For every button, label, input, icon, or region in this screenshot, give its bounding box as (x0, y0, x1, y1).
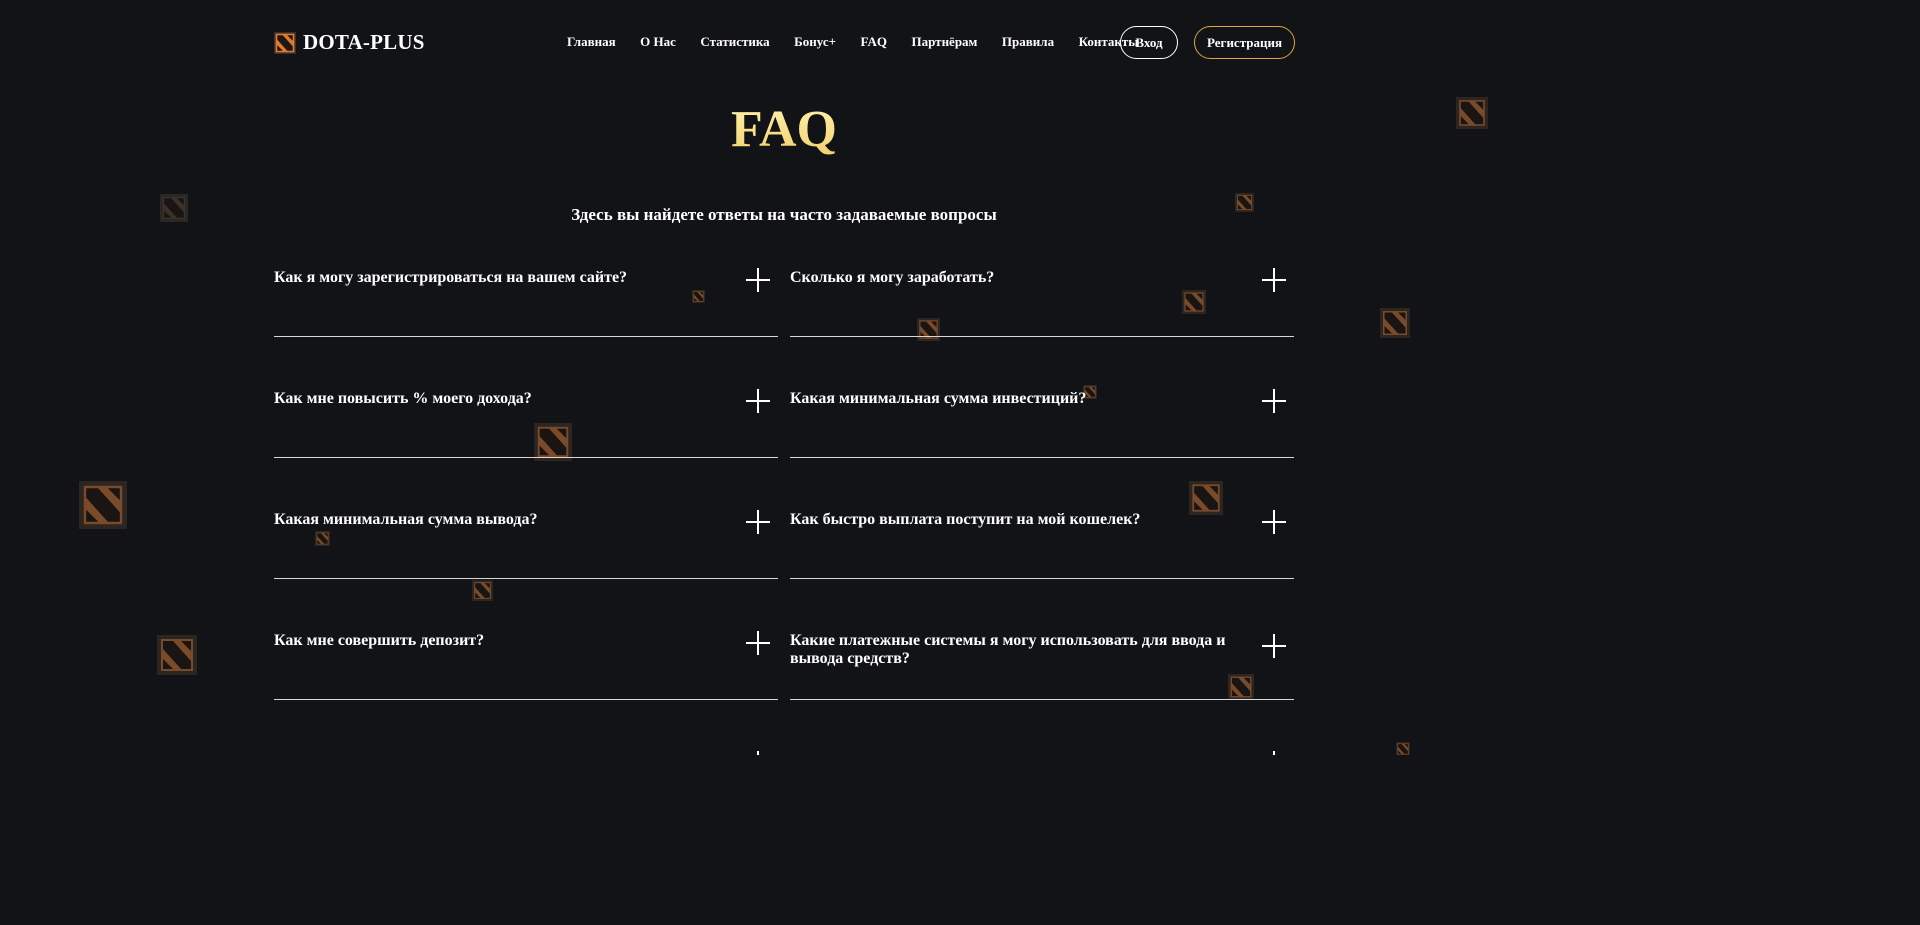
faq-question: Какая минимальная сумма вывода? (274, 511, 538, 528)
faq-item[interactable]: Какие платежные системы я могу использов… (790, 624, 1294, 700)
faq-question: Как быстро выплата поступит на мой кошел… (790, 511, 1141, 528)
faq-item[interactable]: Какая минимальная сумма вывода? (274, 503, 778, 579)
faq-question: Какая минимальная сумма инвестиций? (790, 390, 1087, 407)
faq-item[interactable]: Как мне совершить депозит? (274, 624, 778, 700)
dota-logo-icon (1380, 308, 1410, 338)
faq-item[interactable]: Какая минимальная сумма инвестиций? (790, 382, 1294, 458)
nav-item-bonus[interactable]: Бонус+ (794, 34, 836, 50)
plus-icon[interactable] (746, 631, 770, 655)
brand-logo[interactable]: DOTA-PLUS (274, 30, 425, 55)
brand-name: DOTA-PLUS (303, 30, 425, 54)
plus-icon[interactable] (1262, 510, 1286, 534)
plus-icon[interactable] (746, 751, 770, 755)
nav-item-home[interactable]: Главная (567, 34, 616, 50)
main-nav: Главная О Нас Статистика Бонус+ FAQ Парт… (567, 34, 1163, 50)
faq-question: Как я могу зарегистрироваться на вашем с… (274, 269, 628, 286)
plus-icon[interactable] (746, 268, 770, 292)
dota-logo-icon (79, 481, 127, 529)
plus-icon[interactable] (1262, 634, 1286, 658)
nav-item-rules[interactable]: Правила (1002, 34, 1054, 50)
dota-logo-icon (157, 635, 197, 675)
dota-logo-icon (1396, 742, 1410, 755)
page: DOTA-PLUS Главная О Нас Статистика Бонус… (0, 0, 1568, 755)
faq-item[interactable]: Как я могу зарегистрироваться на вашем с… (274, 261, 778, 337)
faq-question: Сколько я могу заработать? (790, 269, 995, 286)
plus-icon[interactable] (1262, 751, 1286, 755)
nav-item-faq[interactable]: FAQ (861, 34, 887, 50)
register-button[interactable]: Регистрация (1194, 26, 1295, 59)
nav-item-about[interactable]: О Нас (640, 34, 676, 50)
faq-question: Как мне повысить % моего дохода? (274, 390, 532, 407)
plus-icon[interactable] (1262, 389, 1286, 413)
dota-logo-icon (472, 580, 493, 601)
dota-logo-icon (274, 31, 296, 54)
nav-item-partners[interactable]: Партнёрам (912, 34, 978, 50)
faq-item[interactable]: Сколько я могу заработать? (790, 261, 1294, 337)
faq-item[interactable]: Как мне повысить % моего дохода? (274, 382, 778, 458)
faq-question: Какие платежные системы я могу использов… (790, 632, 1226, 667)
page-title: FAQ (0, 100, 1568, 159)
faq-item[interactable]: Как быстро выплата поступит на мой кошел… (790, 503, 1294, 579)
plus-icon[interactable] (746, 510, 770, 534)
plus-icon[interactable] (746, 389, 770, 413)
page-subtitle: Здесь вы найдете ответы на часто задавае… (571, 205, 997, 224)
faq-question: Как мне совершить депозит? (274, 632, 485, 649)
nav-item-statistics[interactable]: Статистика (700, 34, 769, 50)
login-button[interactable]: Вход (1120, 26, 1178, 59)
site-header: DOTA-PLUS Главная О Нас Статистика Бонус… (274, 26, 1295, 61)
plus-icon[interactable] (1262, 268, 1286, 292)
